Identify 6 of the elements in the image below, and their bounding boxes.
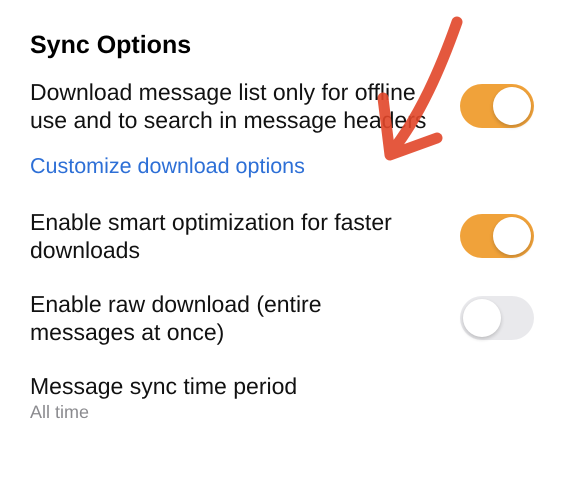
customize-link[interactable]: Customize download options xyxy=(30,150,305,182)
section-title: Sync Options xyxy=(30,30,192,60)
setting-label: Enable smart optimization for faster downloads xyxy=(30,208,393,264)
setting-label: Enable raw download (entire messages at once) xyxy=(30,290,323,346)
setting-value: All time xyxy=(30,401,90,424)
setting-label: Message sync time period xyxy=(30,372,298,400)
